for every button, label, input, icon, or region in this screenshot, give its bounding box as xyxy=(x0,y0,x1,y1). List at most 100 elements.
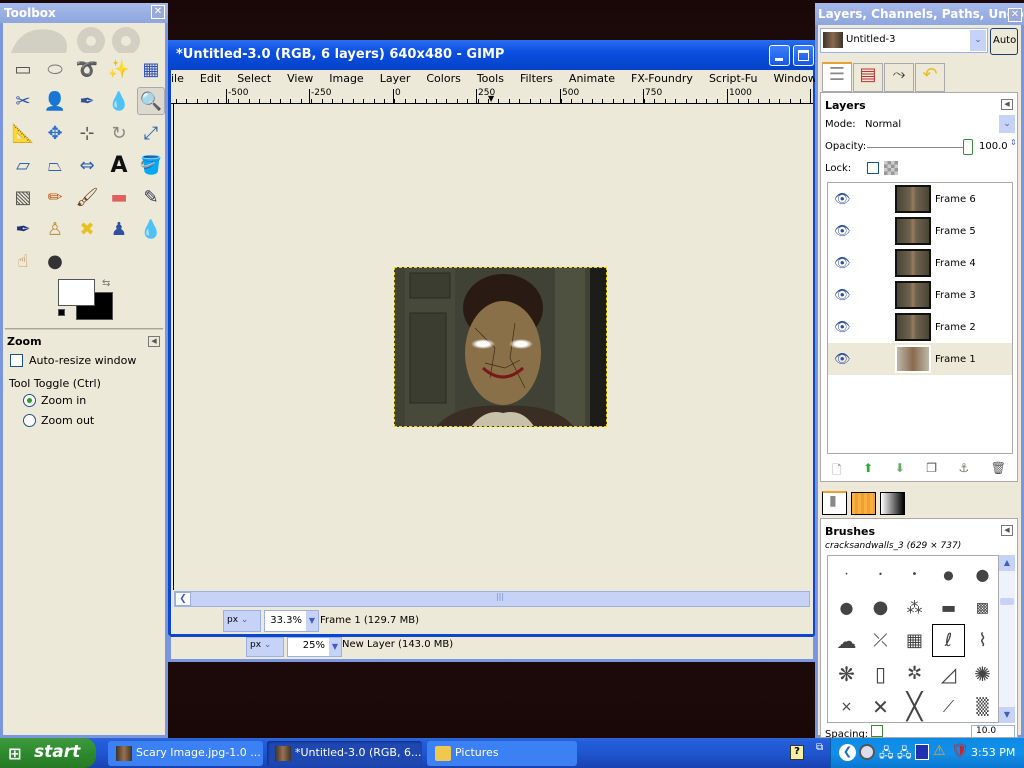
zoom-out-radio[interactable] xyxy=(23,414,36,427)
brush-preview[interactable]: ▩ xyxy=(966,591,998,624)
tool-crop[interactable]: ⊹ xyxy=(73,119,101,147)
tool-free-select[interactable]: ➰ xyxy=(73,55,101,83)
delete-layer-icon[interactable]: 🗑 xyxy=(991,461,1006,479)
tool-paintbrush[interactable]: 🖌 xyxy=(73,183,101,211)
network-disconnected-icon[interactable]: 🖧 xyxy=(879,744,894,766)
scroll-thumb[interactable] xyxy=(1000,598,1014,605)
lock-alpha-icon[interactable] xyxy=(884,161,898,175)
menu-scriptfu[interactable]: Script-Fu xyxy=(701,70,766,88)
brush-preview[interactable]: ▦ xyxy=(898,624,931,657)
scroll-down-button[interactable]: ▼ xyxy=(999,707,1015,723)
brush-preview[interactable]: ● xyxy=(932,558,965,591)
zoom-out-option[interactable]: Zoom out xyxy=(23,414,94,427)
tab-channels[interactable]: ▤ xyxy=(853,63,883,92)
tool-text[interactable]: A xyxy=(105,151,133,179)
layer-row[interactable]: 👁 Frame 2 xyxy=(828,311,1012,343)
brush-preview[interactable]: ⌇ xyxy=(966,624,998,657)
brush-preview[interactable]: ▬ xyxy=(932,591,965,624)
tool-airbrush[interactable]: ✎ xyxy=(137,183,165,211)
brush-preview[interactable]: ✺ xyxy=(966,657,998,690)
zoom-in-option[interactable]: Zoom in xyxy=(23,394,86,407)
minimize-button[interactable] xyxy=(769,45,790,66)
layer-row[interactable]: 👁 Frame 4 xyxy=(828,247,1012,279)
tool-paths[interactable]: ✒ xyxy=(73,87,101,115)
tool-blend[interactable]: ▧ xyxy=(9,183,37,211)
unit-selector[interactable]: px ⌄ xyxy=(246,637,284,657)
brush-preview[interactable]: ▒ xyxy=(966,690,998,722)
anchor-layer-icon[interactable]: ⚓ xyxy=(958,461,969,479)
tool-perspective[interactable]: ⏢ xyxy=(41,151,69,179)
brush-preview[interactable]: ✲ xyxy=(898,657,931,690)
opacity-slider-track[interactable] xyxy=(867,147,967,148)
menu-colors[interactable]: Colors xyxy=(418,70,468,88)
panel-menu-icon[interactable]: ◀ xyxy=(148,336,160,347)
new-layer-icon[interactable]: 🗋 xyxy=(832,461,842,479)
layer-row[interactable]: 👁 Frame 1 xyxy=(828,343,1012,375)
default-colors-icon[interactable] xyxy=(58,309,65,316)
tool-select-by-color[interactable]: ▦ xyxy=(137,55,165,83)
tool-scissors[interactable]: ✂ xyxy=(9,87,37,115)
tool-rect-select[interactable]: ▭ xyxy=(9,55,37,83)
tool-smudge[interactable]: ☝ xyxy=(9,247,37,275)
brush-preview[interactable]: • xyxy=(830,558,863,591)
tool-rotate[interactable]: ↻ xyxy=(105,119,133,147)
tab-brushes[interactable]: ▮ xyxy=(822,491,847,515)
taskbar-item[interactable]: *Untitled-3.0 (RGB, 6... xyxy=(267,741,422,766)
tab-paths[interactable]: ⤳ xyxy=(884,63,914,92)
tool-ellipse-select[interactable]: ⬭ xyxy=(41,55,69,83)
brush-preview[interactable]: ⤫ xyxy=(864,624,897,657)
menu-filters[interactable]: Filters xyxy=(512,70,561,88)
image-window-titlebar[interactable]: *Untitled-3.0 (RGB, 6 layers) 640x480 - … xyxy=(168,40,816,70)
tool-flip[interactable]: ⇔ xyxy=(73,151,101,179)
scroll-thumb[interactable]: ||| xyxy=(193,592,807,606)
visibility-eye-icon[interactable]: 👁 xyxy=(834,256,851,271)
visibility-eye-icon[interactable]: 👁 xyxy=(834,224,851,239)
zoom-in-radio[interactable] xyxy=(23,394,36,407)
spacing-input[interactable]: 10.0 xyxy=(971,725,1015,739)
opacity-spinner[interactable]: ⇕ xyxy=(1010,138,1017,147)
menu-tools[interactable]: Tools xyxy=(469,70,512,88)
maximize-button[interactable] xyxy=(793,45,814,66)
steam-icon[interactable] xyxy=(859,744,875,760)
swap-colors-icon[interactable]: ⇆ xyxy=(102,278,110,289)
menu-ile[interactable]: ile xyxy=(171,70,192,88)
tool-shear[interactable]: ▱ xyxy=(9,151,37,179)
zoom-selector[interactable]: 33.3% ▼ xyxy=(264,610,319,632)
spacing-slider-handle[interactable] xyxy=(871,725,883,737)
menu-animate[interactable]: Animate xyxy=(561,70,623,88)
brush-preview[interactable]: • xyxy=(864,558,897,591)
tool-eraser[interactable]: ▬ xyxy=(105,183,133,211)
taskbar-item[interactable]: Pictures xyxy=(427,741,577,766)
tool-scale[interactable]: ⤢ xyxy=(137,119,165,147)
tool-color-picker[interactable]: 💧 xyxy=(105,87,133,115)
brush-preview[interactable]: ● xyxy=(966,558,998,591)
network-disconnected-icon-2[interactable]: 🖧 xyxy=(897,744,912,766)
visibility-eye-icon[interactable]: 👁 xyxy=(834,192,851,207)
brush-preview[interactable]: ⟋ xyxy=(932,690,965,722)
brush-preview[interactable]: ☁ xyxy=(830,624,863,657)
tool-heal[interactable]: ✖ xyxy=(73,215,101,243)
tool-bucket-fill[interactable]: 🪣 xyxy=(137,151,165,179)
menu-fxfoundry[interactable]: FX-Foundry xyxy=(623,70,701,88)
tool-foreground-select[interactable]: 👤 xyxy=(41,87,69,115)
panel-menu-icon[interactable]: ◀ xyxy=(1001,99,1013,110)
auto-button[interactable]: Auto xyxy=(990,28,1018,55)
chevron-down-icon[interactable]: ⌄ xyxy=(970,30,986,51)
close-icon[interactable]: ✕ xyxy=(151,5,165,19)
chevron-down-icon[interactable]: ▼ xyxy=(306,611,318,631)
chevron-down-icon[interactable]: ⌄ xyxy=(999,115,1015,133)
layer-row[interactable]: 👁 Frame 3 xyxy=(828,279,1012,311)
layer-row[interactable]: 👁 Frame 5 xyxy=(828,215,1012,247)
duplicate-layer-icon[interactable]: ❐ xyxy=(926,461,937,479)
tool-blur-sharpen[interactable]: 💧 xyxy=(137,215,165,243)
horizontal-ruler[interactable]: -500-250025050075010001▼ xyxy=(171,88,813,104)
opacity-value[interactable]: 100.0 xyxy=(979,141,1008,152)
tool-clone[interactable]: ♙ xyxy=(41,215,69,243)
menu-select[interactable]: Select xyxy=(229,70,279,88)
taskbar-item[interactable]: Scary Image.jpg-1.0 ... xyxy=(108,741,263,766)
image-canvas[interactable] xyxy=(394,267,607,427)
tab-patterns[interactable] xyxy=(851,492,876,515)
tool-dodge-burn[interactable]: ● xyxy=(41,247,69,275)
brush-preview[interactable]: ◿ xyxy=(932,657,965,690)
auto-resize-checkbox[interactable] xyxy=(10,354,23,367)
